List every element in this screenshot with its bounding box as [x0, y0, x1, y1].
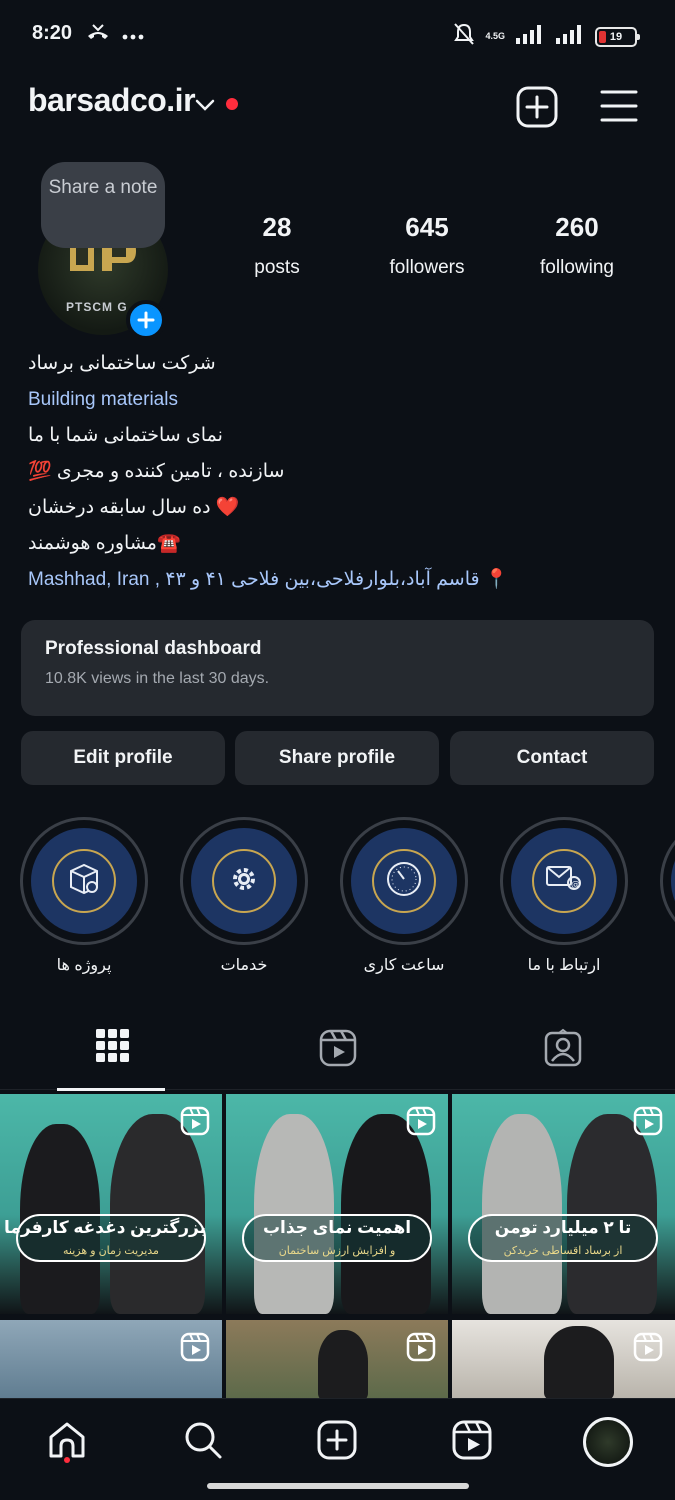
post-tile[interactable]: اهمیت نمای جذاب و افزایش ارزش ساختمان: [226, 1094, 448, 1314]
nav-search[interactable]: [178, 1417, 228, 1467]
post-subcaption: مدیریت زمان و هزینه: [63, 1245, 159, 1257]
post-tile[interactable]: تا ۲ میلیارد تومن از برساد اقساطی خریدکن: [452, 1094, 675, 1314]
highlight-projects[interactable]: پروژه ها: [20, 817, 148, 975]
gear-icon: [226, 861, 262, 902]
followers-stat[interactable]: 645 followers: [357, 212, 497, 279]
post-subcaption: از برساد اقساطی خریدکن: [503, 1245, 623, 1257]
bottom-navigation: [0, 1398, 675, 1500]
highlight-contact[interactable]: @ ارتباط با ما: [500, 817, 628, 975]
post-subcaption: و افزایش ارزش ساختمان: [278, 1245, 396, 1257]
status-time: 8:20: [32, 22, 73, 44]
chevron-down-icon[interactable]: [194, 94, 216, 121]
status-bar: 8:20 4.5G 19: [0, 0, 675, 70]
missed-call-icon: [86, 22, 110, 49]
share-note-button[interactable]: Share a note: [41, 162, 165, 248]
highlight-label: ارتباط با ما: [527, 957, 601, 974]
clock-icon: [384, 859, 424, 904]
highlight-services[interactable]: خدمات: [180, 817, 308, 975]
active-tab-indicator: [57, 1088, 165, 1091]
post-tile[interactable]: بزرگترین دغدغه کارفرما مدیریت زمان و هزی…: [0, 1094, 222, 1314]
signal-icon-2: [555, 24, 585, 49]
reels-icon: [180, 1332, 210, 1367]
bio-line: سازنده ، تامین کننده و مجری 💯: [28, 461, 285, 482]
notification-dot: [226, 98, 238, 110]
username[interactable]: barsadco.ir: [28, 82, 196, 119]
profile-actions: Edit profile Share profile Contact: [21, 731, 654, 785]
post-tile[interactable]: [0, 1320, 222, 1398]
person-figure: [544, 1326, 614, 1398]
followers-count: 645: [405, 212, 449, 242]
grid-icon: [95, 1028, 131, 1069]
following-label: following: [540, 257, 614, 278]
nav-profile[interactable]: [583, 1417, 633, 1467]
story-highlights: پروژه ها خدمات ساعت کاری @ ارتباط با ما: [0, 817, 675, 977]
post-tile[interactable]: [226, 1320, 448, 1398]
reels-icon: [633, 1106, 663, 1141]
tab-reels[interactable]: [225, 1020, 450, 1090]
nav-reels[interactable]: [447, 1417, 497, 1467]
tagged-icon: [543, 1028, 583, 1073]
profile-header: PTSCM G Share a note 28 posts 645 follow…: [0, 160, 675, 340]
profile-tabs: [0, 1020, 675, 1091]
post-grid: بزرگترین دغدغه کارفرما مدیریت زمان و هزی…: [0, 1094, 675, 1398]
post-caption: اهمیت نمای جذاب: [262, 1218, 412, 1237]
reels-icon: [318, 1028, 358, 1073]
contact-icon: @: [544, 861, 584, 902]
reels-icon: [406, 1106, 436, 1141]
create-icon: [316, 1419, 358, 1466]
nav-create[interactable]: [312, 1417, 362, 1467]
mute-bell-icon: [453, 22, 475, 51]
dashboard-title: Professional dashboard: [45, 638, 262, 659]
post-tile[interactable]: [452, 1320, 675, 1398]
edit-profile-button[interactable]: Edit profile: [21, 731, 225, 785]
person-figure: [318, 1330, 368, 1398]
tab-tagged[interactable]: [450, 1020, 675, 1090]
network-type: 4.5G: [485, 31, 505, 41]
highlight-label: خدمات: [220, 957, 268, 974]
posts-label: posts: [254, 257, 300, 278]
bio-location-link[interactable]: 📍 قاسم آباد،بلوارفلاحی،بین فلاحی ۴۱ و ۴۳…: [28, 562, 648, 598]
following-count: 260: [555, 212, 599, 242]
box-icon: [66, 861, 102, 902]
contact-button[interactable]: Contact: [450, 731, 654, 785]
battery-icon: 19: [595, 26, 640, 47]
highlight-label: پروژه ها: [56, 957, 112, 974]
profile-bio: شرکت ساختمانی برساد Building materials ن…: [28, 346, 648, 598]
bio-line: ❤️ ده سال سابقه درخشان: [28, 497, 240, 518]
following-stat[interactable]: 260 following: [507, 212, 647, 279]
svg-text:@: @: [571, 880, 580, 890]
bio-line: ☎️مشاوره هوشمند: [28, 533, 181, 554]
highlight-label: ساعت کاری: [363, 957, 445, 974]
search-icon: [182, 1419, 224, 1466]
highlight-hours[interactable]: ساعت کاری: [340, 817, 468, 975]
highlight-partial[interactable]: [660, 817, 675, 945]
posts-count: 28: [262, 212, 292, 242]
signal-icon: [515, 24, 545, 49]
home-indicator[interactable]: [207, 1483, 469, 1489]
dashboard-subtitle: 10.8K views in the last 30 days.: [45, 670, 270, 687]
menu-icon[interactable]: [600, 88, 638, 129]
reels-icon: [451, 1419, 493, 1466]
profile-top-bar: barsadco.ir: [0, 80, 675, 140]
reels-icon: [180, 1106, 210, 1141]
add-story-plus-icon[interactable]: [126, 300, 166, 340]
profile-avatar: [583, 1417, 633, 1467]
bio-name: شرکت ساختمانی برساد: [28, 353, 216, 374]
battery-level: 19: [609, 30, 623, 43]
bio-category[interactable]: Building materials: [28, 382, 648, 418]
post-caption: بزرگترین دغدغه کارفرما: [3, 1218, 206, 1237]
more-dots-icon: [122, 27, 144, 45]
tab-grid[interactable]: [0, 1020, 225, 1091]
bio-line: نمای ساختمانی شما با ما: [28, 425, 223, 446]
posts-stat[interactable]: 28 posts: [207, 212, 347, 279]
post-caption: تا ۲ میلیارد تومن: [494, 1218, 632, 1237]
reels-icon: [633, 1332, 663, 1367]
reels-icon: [406, 1332, 436, 1367]
share-profile-button[interactable]: Share profile: [235, 731, 439, 785]
followers-label: followers: [389, 257, 465, 278]
add-post-icon[interactable]: [516, 86, 558, 133]
notification-dot: [64, 1457, 70, 1463]
avatar-text: PTSCM G: [66, 300, 128, 314]
professional-dashboard-card[interactable]: Professional dashboard 10.8K views in th…: [21, 620, 654, 716]
